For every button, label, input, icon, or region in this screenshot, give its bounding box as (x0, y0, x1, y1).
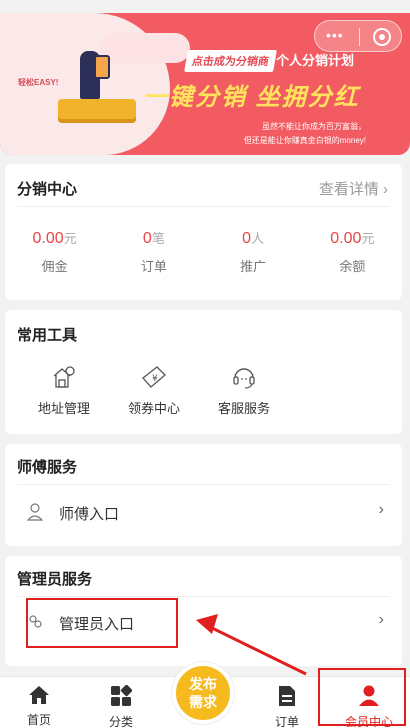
tool-address[interactable]: 地址管理 (19, 364, 109, 417)
stat-unit: 元 (361, 231, 375, 246)
tool-label: 地址管理 (37, 401, 90, 416)
plan-title: 个人分销计划 (276, 53, 355, 68)
tools-grid: 地址管理 ¥ 领券中心 客服服务 (19, 364, 289, 417)
tool-label: 领券中心 (127, 401, 180, 416)
stat-value: 0 (142, 230, 152, 247)
stats-row: 0.00元 佣金 0笔 订单 0人 推广 0.00元 余额 (5, 228, 402, 275)
tab-label: 订单 (274, 715, 299, 728)
tab-label: 分类 (108, 715, 133, 728)
headset-icon (233, 368, 255, 389)
stat-commission[interactable]: 0.00元 佣金 (5, 228, 104, 275)
stat-unit: 人 (251, 231, 265, 246)
master-entry-row[interactable]: 师傅入口 › (17, 486, 390, 538)
tools-title: 常用工具 (17, 327, 78, 344)
tab-label: 首页 (26, 713, 51, 727)
publish-request-button[interactable]: 发布 需求 (172, 662, 234, 724)
banner-cloud-small (100, 33, 190, 63)
become-distributor-link[interactable]: 点击成为分销商 (184, 50, 277, 72)
stat-balance[interactable]: 0.00元 余额 (303, 228, 402, 275)
banner-easy-label: 轻松EASY! (18, 78, 59, 87)
admin-title: 管理员服务 (17, 571, 93, 588)
home-location-icon (53, 366, 75, 388)
stat-label: 佣金 (41, 259, 68, 274)
master-card: 师傅服务 师傅入口 › (5, 444, 402, 546)
tab-orders[interactable]: 订单 (252, 685, 322, 728)
distribution-title: 分销中心 (17, 181, 78, 198)
tool-customer-service[interactable]: 客服服务 (199, 364, 289, 417)
highlight-box-member-tab (318, 668, 406, 726)
stat-label: 订单 (140, 259, 167, 274)
master-title: 师傅服务 (17, 459, 78, 476)
tool-label: 客服服务 (217, 401, 270, 416)
stat-label: 余额 (339, 259, 366, 274)
close-target-icon[interactable] (373, 28, 391, 46)
stat-unit: 元 (63, 231, 77, 246)
stat-value: 0 (242, 230, 252, 247)
capsule-separator (359, 28, 360, 46)
stat-label: 推广 (240, 259, 267, 274)
phone-illustration (94, 55, 110, 79)
tool-coupons[interactable]: ¥ 领券中心 (109, 364, 199, 417)
miniprogram-capsule: ••• (314, 20, 402, 52)
banner-subtitle-1: 虽然不能让你成为百万富翁， (262, 122, 366, 131)
publish-line-2: 需求 (189, 694, 217, 710)
highlight-box-admin (26, 598, 178, 648)
stat-promotion[interactable]: 0人 推广 (204, 228, 303, 275)
coin-stack-illustration (58, 99, 136, 123)
tools-card: 常用工具 地址管理 ¥ 领券中心 客服服务 (5, 310, 402, 434)
chevron-right-icon: › (378, 501, 384, 518)
tab-category[interactable]: 分类 (86, 685, 156, 728)
coupon-icon: ¥ (142, 366, 166, 388)
category-icon (111, 685, 132, 706)
chevron-right-icon: › (378, 611, 384, 628)
publish-line-1: 发布 (189, 676, 217, 692)
view-details-link[interactable]: 查看详情 › (319, 178, 388, 199)
svg-text:¥: ¥ (152, 374, 158, 384)
stat-unit: 笔 (151, 231, 165, 246)
master-entry-label: 师傅入口 (59, 506, 120, 523)
banner-subtitle-2: 但还是能让你赚真金白银的money! (243, 136, 366, 145)
divider (17, 206, 390, 207)
more-dots-icon[interactable]: ••• (326, 27, 344, 43)
stat-orders[interactable]: 0笔 订单 (104, 228, 203, 275)
divider (17, 484, 390, 485)
banner-slogan: 一键分销 坐拥分红 (143, 84, 360, 111)
stat-value: 0.00 (330, 230, 362, 247)
distribution-card: 分销中心 查看详情 › 0.00元 佣金 0笔 订单 0人 推广 0.00元 余… (5, 164, 402, 300)
tab-home[interactable]: 首页 (4, 685, 74, 728)
stat-value: 0.00 (32, 230, 64, 247)
order-icon (279, 686, 295, 706)
home-icon (29, 686, 49, 704)
user-outline-icon (27, 503, 43, 521)
